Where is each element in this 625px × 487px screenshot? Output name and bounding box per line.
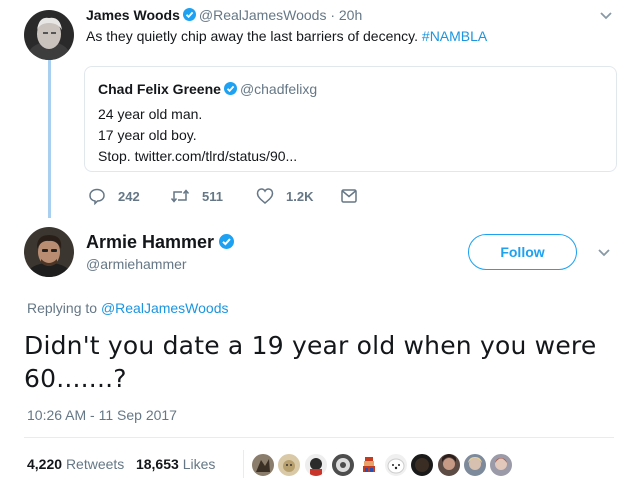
liker-avatar[interactable] — [250, 452, 276, 478]
original-tweet-text: As they quietly chip away the last barri… — [86, 28, 487, 44]
divider — [24, 437, 614, 438]
reply-author-name[interactable]: Armie Hammer — [86, 232, 214, 252]
replying-prefix: Replying to — [27, 300, 98, 316]
liker-avatar[interactable] — [409, 452, 435, 478]
retweet-count: 511 — [202, 188, 223, 204]
retweets-stat[interactable]: 4,220 Retweets — [27, 456, 124, 472]
james-woods-avatar[interactable] — [24, 10, 74, 60]
liker-avatar[interactable] — [330, 452, 356, 478]
retweet-action[interactable]: 511 — [170, 187, 223, 205]
quoted-author-handle: @chadfelixg — [239, 81, 318, 97]
liker-avatar[interactable] — [356, 452, 382, 478]
liker-avatar[interactable] — [303, 452, 329, 478]
replying-to-line: Replying to @RealJamesWoods — [27, 300, 229, 316]
liker-avatar[interactable] — [488, 452, 514, 478]
replying-to-handle[interactable]: @RealJamesWoods — [101, 300, 229, 316]
original-tweet-time[interactable]: · 20h — [330, 7, 362, 23]
original-author-name[interactable]: James Woods — [86, 7, 180, 23]
retweet-total: 4,220 — [27, 456, 63, 472]
retweets-label: Retweets — [65, 456, 125, 472]
reply-action[interactable]: 242 — [88, 187, 140, 205]
hashtag-link[interactable]: #NAMBLA — [422, 28, 487, 44]
reply-icon — [89, 188, 105, 205]
likes-label: Likes — [182, 456, 216, 472]
reply-author-handle[interactable]: @armiehammer — [86, 256, 187, 272]
follow-button[interactable]: Follow — [468, 234, 577, 270]
verified-badge-icon — [219, 234, 235, 249]
quoted-line: Stop. twitter.com/tlrd/status/90... — [98, 148, 298, 164]
quoted-line: 24 year old man. — [98, 106, 203, 122]
liker-avatar[interactable] — [436, 452, 462, 478]
tweet-timestamp[interactable]: 10:26 AM - 11 Sep 2017 — [27, 407, 177, 423]
armie-hammer-avatar[interactable] — [24, 227, 74, 277]
quoted-tweet-header: Chad Felix Greene @chadfelixg — [98, 81, 317, 97]
verified-badge-icon — [182, 8, 196, 21]
direct-message-icon[interactable] — [341, 189, 357, 203]
reply-author-row: Armie Hammer — [86, 232, 237, 253]
verified-badge-icon — [223, 82, 237, 95]
like-total: 18,653 — [135, 456, 179, 472]
chevron-down-icon[interactable] — [597, 248, 611, 258]
quoted-tweet-body: 24 year old man. 17 year old boy. Stop. … — [98, 104, 297, 167]
quoted-author-name: Chad Felix Greene — [98, 81, 221, 97]
retweet-icon — [170, 189, 190, 203]
original-tweet-header: James Woods @RealJamesWoods · 20h — [86, 7, 362, 23]
likes-stat[interactable]: 18,653 Likes — [136, 456, 215, 472]
original-tweet-body: As they quietly chip away the last barri… — [86, 28, 419, 44]
engagement-stats: 4,220 Retweets 18,653 Likes — [27, 456, 215, 472]
like-icon — [256, 188, 274, 204]
like-count: 1.2K — [286, 188, 314, 204]
stats-divider — [243, 450, 244, 478]
thread-connector-line — [48, 60, 51, 218]
liker-avatar[interactable] — [383, 452, 409, 478]
liker-avatar[interactable] — [276, 452, 302, 478]
reply-count: 242 — [118, 188, 140, 204]
reply-tweet-text: Didn't you date a 19 year old when you w… — [24, 331, 597, 393]
like-action[interactable]: 1.2K — [256, 187, 313, 205]
chevron-down-icon[interactable] — [599, 11, 613, 21]
original-author-handle[interactable]: @RealJamesWoods — [199, 7, 327, 23]
quoted-line: 17 year old boy. — [98, 127, 197, 143]
liker-avatar[interactable] — [462, 452, 488, 478]
